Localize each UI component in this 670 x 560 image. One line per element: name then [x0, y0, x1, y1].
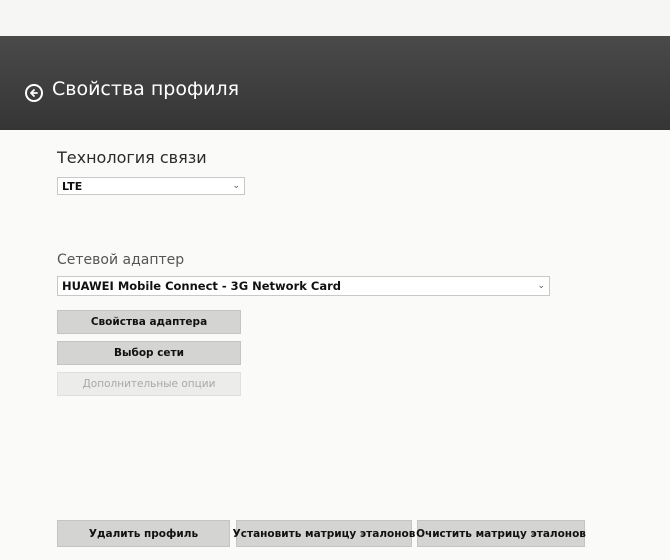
chevron-down-icon: ⌄	[537, 281, 545, 291]
chevron-down-icon: ⌄	[232, 181, 240, 191]
adapter-select-value: HUAWEI Mobile Connect - 3G Network Card	[62, 279, 342, 293]
back-arrow-icon	[30, 89, 38, 97]
adapter-properties-button[interactable]: Свойства адаптера	[57, 310, 241, 334]
adapter-label: Сетевой адаптер	[57, 252, 185, 268]
back-button[interactable]	[25, 84, 43, 102]
technology-select[interactable]: LTE ⌄	[57, 177, 245, 195]
page-title: Свойства профиля	[52, 78, 240, 100]
technology-select-value: LTE	[62, 179, 83, 193]
delete-profile-button[interactable]: Удалить профиль	[57, 520, 230, 547]
adapter-select[interactable]: HUAWEI Mobile Connect - 3G Network Card …	[57, 276, 550, 296]
clear-matrix-button[interactable]: Очистить матрицу эталонов	[416, 520, 586, 547]
network-select-button[interactable]: Выбор сети	[57, 341, 241, 365]
extra-options-button: Дополнительные опции	[57, 372, 241, 396]
technology-label: Технология связи	[57, 148, 207, 167]
set-matrix-button[interactable]: Установить матрицу эталонов	[233, 520, 415, 547]
window-top-strip	[0, 0, 670, 37]
